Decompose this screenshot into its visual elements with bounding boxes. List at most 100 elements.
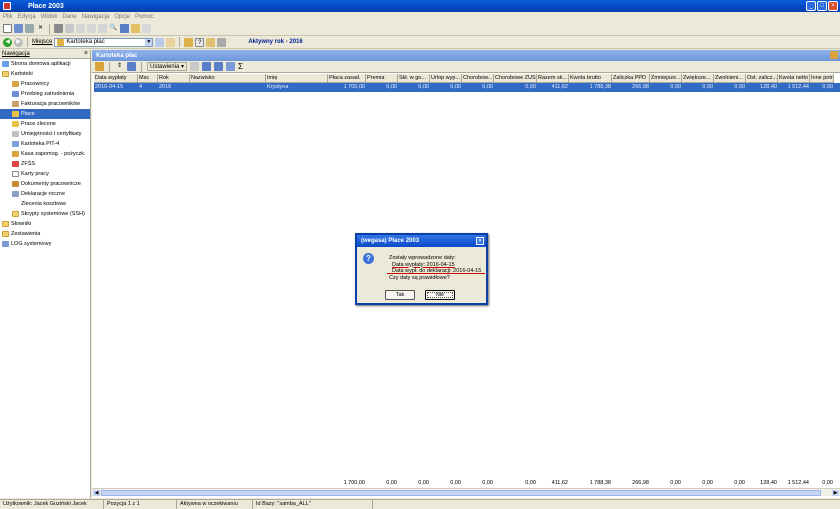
table-icon[interactable] [226, 62, 236, 71]
col-header[interactable]: Ost. zalicz... [746, 74, 778, 83]
table-row[interactable]: 2016-04-15 4 2016 Krystyna 1 700,00 0,00… [94, 83, 840, 92]
nav-header: Nawigacja × [0, 50, 90, 59]
col-header[interactable]: Imię [266, 74, 328, 83]
col-header[interactable]: Nazwisko [190, 74, 266, 83]
nav-item-deklaracje[interactable]: Deklaracje roczne [0, 189, 90, 199]
nav-item-place[interactable]: Płace [0, 109, 90, 119]
sort-icon[interactable]: ⇕ [115, 62, 124, 71]
total-cell: 0,00 [450, 480, 461, 486]
grid-header: Data wypłaty Msc Rok Nazwisko Imię Płaca… [94, 74, 840, 83]
col-header[interactable]: Chorobow... [462, 74, 494, 83]
scroll-left-icon[interactable]: ◀ [93, 490, 100, 496]
col-header[interactable]: Skł. w go... [398, 74, 430, 83]
refresh-location-icon[interactable] [155, 37, 165, 47]
horizontal-scrollbar[interactable]: ◀ ▶ [92, 488, 840, 496]
nav-item-log[interactable]: LOG systemowy [0, 239, 90, 249]
refresh-icon[interactable] [142, 24, 151, 33]
nav-item-zfss[interactable]: ZFŚS [0, 159, 90, 169]
col-header[interactable]: Msc [138, 74, 158, 83]
col-header[interactable]: Rok [158, 74, 190, 83]
nav-item-home[interactable]: Strona domowa aplikacji [0, 59, 90, 69]
home-icon[interactable] [166, 37, 176, 47]
nav-item-dokumenty[interactable]: Dokumenty pracownicze [0, 179, 90, 189]
close-icon[interactable]: × [476, 237, 484, 245]
preview-icon[interactable] [65, 24, 74, 33]
menu-pomoc[interactable]: Pomoc [135, 14, 154, 20]
close-icon[interactable]: × [828, 1, 838, 11]
col-header[interactable]: Chorobowe ZUS [494, 74, 537, 83]
nav-item-pit4[interactable]: Kartoteka PIT-4 [0, 139, 90, 149]
employees-icon[interactable] [184, 37, 194, 47]
no-button[interactable]: Nie [425, 290, 455, 300]
find-next-icon[interactable] [120, 24, 129, 33]
tools-icon[interactable] [131, 24, 140, 33]
col-header[interactable]: Zaliczka PPD [612, 74, 650, 83]
nav-item-skrypty[interactable]: Skrypty systemowe (SSH) [0, 209, 90, 219]
col-header[interactable]: Kwota netto [778, 74, 810, 83]
help-icon[interactable]: ? [195, 37, 205, 47]
col-header[interactable]: Zwolnieni... [714, 74, 746, 83]
columns-icon[interactable] [214, 62, 224, 71]
nav-item-zlecenia-kosztowe[interactable]: Zlecenia kosztowe [0, 199, 90, 209]
nav-item-kartoteki[interactable]: Kartoteki [0, 69, 90, 79]
columns-icon[interactable] [217, 37, 227, 47]
chevron-down-icon[interactable]: ▼ [145, 38, 153, 46]
col-header[interactable]: Data wypłaty [94, 74, 138, 83]
dialog-title-bar: (wegasa) Płace 2003 × [357, 235, 486, 247]
scroll-thumb[interactable] [101, 490, 821, 496]
forward-icon[interactable]: ▶ [14, 37, 23, 47]
col-header[interactable]: Zwiększe... [682, 74, 714, 83]
minimize-icon[interactable]: _ [806, 1, 816, 11]
cut-icon[interactable] [87, 24, 96, 33]
save-icon[interactable] [14, 24, 23, 33]
menu-nawigacja[interactable]: Nawigacja [82, 14, 110, 20]
menu-widok[interactable]: Widok [41, 14, 58, 20]
nav-item-umiejetnosci[interactable]: Umiejętności i certyfikaty [0, 129, 90, 139]
total-cell: 266,98 [632, 480, 649, 486]
menu-opcje[interactable]: Opcje [114, 14, 130, 20]
status-bar: Użytkownik: Jacek Guziński Jacek Pozycja… [0, 499, 840, 509]
nav-item-kasa[interactable]: Kasa zapomog. - pożyczk. [0, 149, 90, 159]
close-panel-icon[interactable]: × [84, 50, 88, 57]
nav-item-przebieg[interactable]: Przebieg zatrudnienia [0, 89, 90, 99]
copy-icon[interactable] [76, 24, 85, 33]
layout-icon[interactable] [202, 62, 212, 71]
grid-view-icon[interactable] [127, 62, 136, 71]
nav-item-zestawienia[interactable]: Zestawienia [0, 229, 90, 239]
menu-dane[interactable]: Dane [62, 14, 76, 20]
folder-icon [2, 231, 9, 237]
total-cell: 0,00 [482, 480, 493, 486]
delete-icon[interactable]: ✕ [36, 24, 45, 33]
col-header[interactable]: Kwota brutto [569, 74, 612, 83]
col-header[interactable]: Zmniejsze... [650, 74, 682, 83]
paste-icon[interactable] [98, 24, 107, 33]
col-header[interactable]: Premia [366, 74, 398, 83]
print-icon[interactable] [54, 24, 63, 33]
find-icon[interactable]: 🔍 [109, 24, 118, 33]
nav-item-prace-zlecone[interactable]: Prace zlecone [0, 119, 90, 129]
menu-edycja[interactable]: Edycja [18, 14, 36, 20]
col-header[interactable]: Płaca zasad. [328, 74, 366, 83]
maximize-icon[interactable]: □ [817, 1, 827, 11]
location-combo[interactable]: Kartoteka płac ▼ [54, 37, 154, 47]
back-icon[interactable]: ◀ [3, 37, 12, 47]
question-icon: ? [363, 253, 374, 264]
menu-plik[interactable]: Plik [3, 14, 13, 20]
nav-item-fakturacja[interactable]: Fakturacja pracowników [0, 99, 90, 109]
col-header[interactable]: Razem sk... [537, 74, 569, 83]
filter-icon[interactable] [95, 62, 104, 71]
main-toolbar: ✕ 🔍 [0, 22, 840, 36]
col-header[interactable]: Urlop wyp... [430, 74, 462, 83]
scroll-right-icon[interactable]: ▶ [832, 490, 839, 496]
nav-item-karty-pracy[interactable]: Karty pracy [0, 169, 90, 179]
yes-button[interactable]: Tak [385, 290, 415, 300]
nav-item-pracownicy[interactable]: Pracownicy [0, 79, 90, 89]
nav-item-slowniki[interactable]: Słowniki [0, 219, 90, 229]
new-icon[interactable] [3, 24, 12, 33]
calendar-icon[interactable] [206, 37, 216, 47]
settings-button[interactable]: Ustawienia ▾ [147, 62, 188, 71]
col-header[interactable]: Inne potrą... [810, 74, 834, 83]
save-all-icon[interactable] [25, 24, 34, 33]
export-icon[interactable] [190, 62, 200, 71]
sum-icon[interactable]: Σ [238, 62, 243, 71]
